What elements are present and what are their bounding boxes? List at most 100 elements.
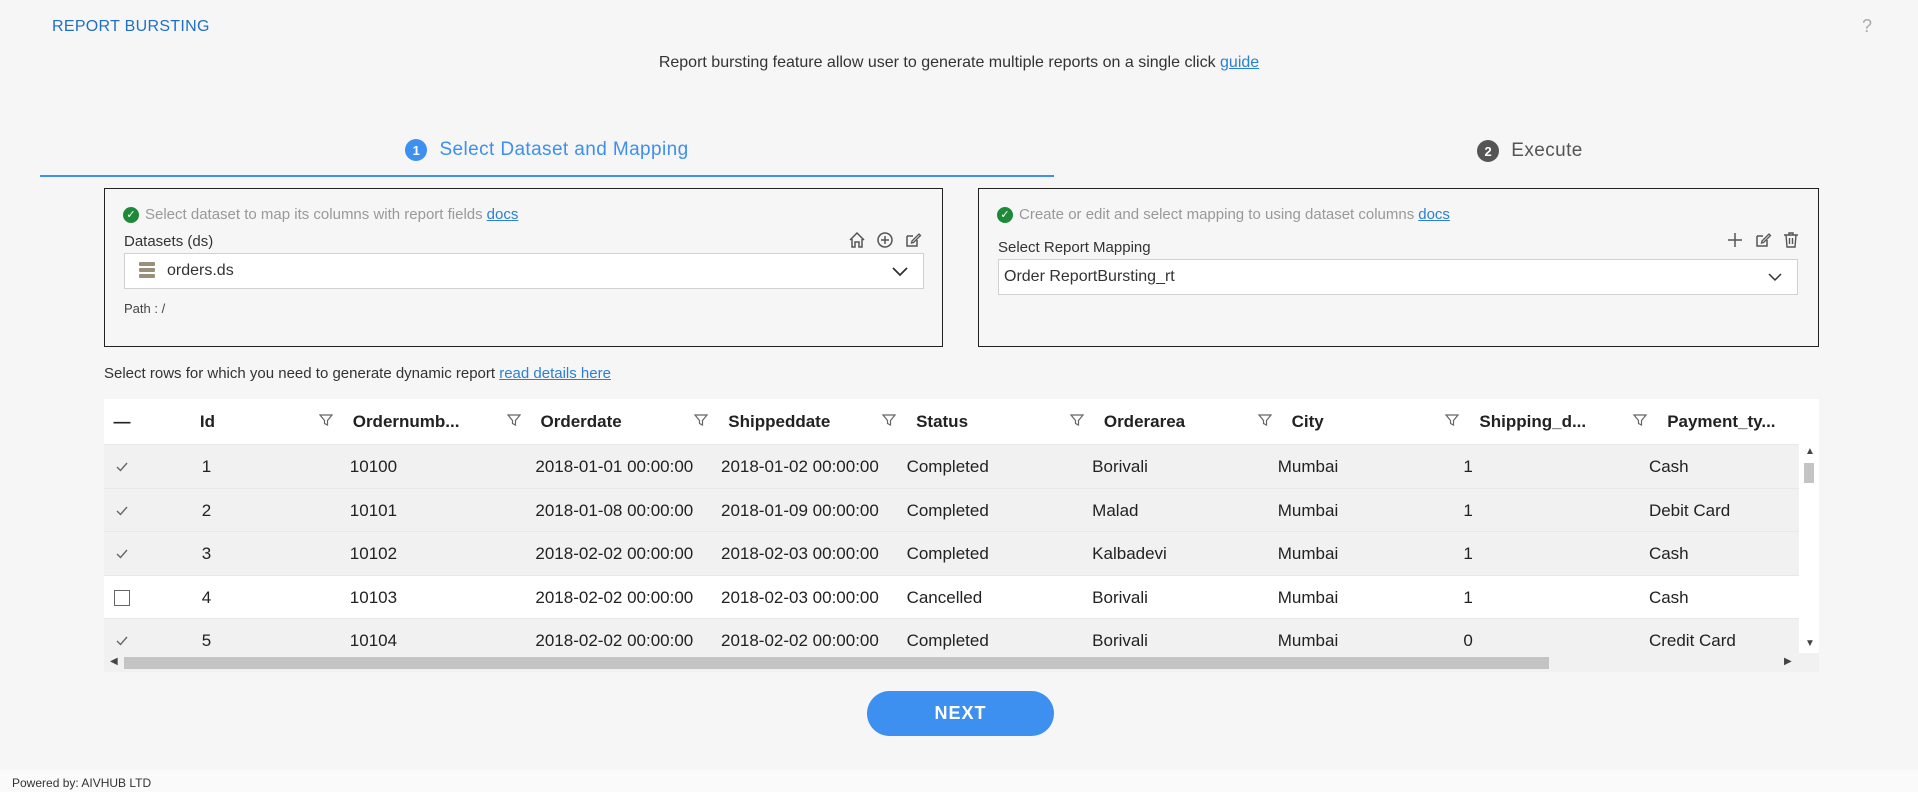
- grid-header: — Id Ordernumb... Orderdate Shippeddate Statu…: [104, 399, 1819, 444]
- mapping-heading-text: Create or edit and select mapping to usi…: [1019, 206, 1415, 223]
- chevron-down-icon: [1767, 269, 1783, 290]
- cell-orderdate: 2018-01-08 00:00:00: [535, 500, 694, 520]
- cell-id: 1: [201, 457, 212, 476]
- check-icon: [116, 636, 128, 646]
- select-all-checkbox[interactable]: —: [104, 399, 140, 444]
- database-icon: [139, 262, 155, 280]
- column-header-status[interactable]: Status: [916, 399, 1104, 444]
- cell-shipping-days: 1: [1463, 500, 1473, 520]
- table-row[interactable]: 4 10103 2018-02-02 00:00:00 2018-02-03 00:0…: [104, 574, 1799, 620]
- cell-payment-type: Cash: [1648, 544, 1689, 563]
- guide-link[interactable]: guide: [1220, 54, 1259, 71]
- dataset-tools: [848, 231, 922, 249]
- intro-description: Report bursting feature allow user to ge…: [658, 54, 1216, 71]
- table-row[interactable]: 3 10102 2018-02-02 00:00:00 2018-02-03 00:0…: [104, 531, 1799, 575]
- report-bursting-page: REPORT BURSTING ? Report bursting featur…: [0, 0, 1918, 792]
- check-circle-icon: ✓: [123, 206, 139, 223]
- dataset-docs-link[interactable]: docs: [487, 206, 519, 223]
- row-checkbox[interactable]: [104, 576, 140, 620]
- scroll-up-icon[interactable]: ▲: [1805, 446, 1815, 457]
- dataset-panel-heading: ✓ Select dataset to map its columns with…: [123, 206, 518, 223]
- row-spacer: [140, 445, 202, 488]
- row-spacer: [140, 576, 202, 619]
- cell-orderarea: Kalbadevi: [1092, 544, 1167, 563]
- column-header-shippeddate[interactable]: Shippeddate: [728, 399, 916, 444]
- cell-shippeddate: 2018-02-03 00:00:00: [720, 587, 879, 607]
- add-circle-icon[interactable]: [876, 231, 894, 249]
- scroll-right-icon[interactable]: ▶: [1784, 656, 1792, 667]
- dataset-select[interactable]: orders.ds: [124, 253, 924, 289]
- vertical-scrollbar[interactable]: ▲ ▼: [1799, 444, 1819, 653]
- check-icon: [116, 462, 128, 472]
- step-execute[interactable]: 2 Execute: [1054, 125, 1918, 177]
- column-header-payment-type[interactable]: Payment_ty...: [1667, 399, 1819, 444]
- filter-icon[interactable]: [881, 413, 897, 430]
- horizontal-scrollbar[interactable]: ◀ ▶: [104, 653, 1819, 672]
- help-icon[interactable]: ?: [1862, 16, 1872, 37]
- scroll-thumb[interactable]: [124, 657, 1549, 669]
- home-icon[interactable]: [848, 231, 866, 249]
- row-checkbox[interactable]: [104, 445, 140, 489]
- cell-city: Mumbai: [1277, 500, 1339, 520]
- rows-hint-text: Select rows for which you need to genera…: [104, 365, 496, 382]
- table-row[interactable]: 1 10100 2018-01-01 00:00:00 2018-01-02 00:0…: [104, 444, 1799, 488]
- edit-icon[interactable]: [904, 231, 922, 249]
- row-checkbox[interactable]: [104, 489, 140, 533]
- mapping-selected-value: Order ReportBursting_rt: [1004, 268, 1175, 285]
- mapping-panel: ✓ Create or edit and select mapping to u…: [978, 188, 1819, 347]
- scroll-left-icon[interactable]: ◀: [110, 656, 118, 667]
- footer: Powered by: AIVHUB LTD: [0, 770, 1918, 792]
- table-row[interactable]: 2 10101 2018-01-08 00:00:00 2018-01-09 00:0…: [104, 487, 1799, 533]
- step-label: Execute: [1511, 140, 1583, 161]
- filter-icon[interactable]: [506, 413, 521, 430]
- column-header-orderarea[interactable]: Orderarea: [1104, 399, 1292, 444]
- cell-shippeddate: 2018-01-02 00:00:00: [720, 457, 879, 476]
- step-number: 1: [405, 139, 428, 161]
- cell-orderarea: Malad: [1092, 500, 1139, 520]
- column-header-label: Orderarea: [1103, 411, 1186, 431]
- read-details-link[interactable]: read details here: [499, 365, 611, 382]
- filter-icon[interactable]: [1445, 413, 1460, 430]
- column-header-id[interactable]: Id: [200, 399, 353, 444]
- edit-icon[interactable]: [1754, 231, 1772, 249]
- filter-icon[interactable]: [694, 413, 709, 430]
- dataset-panel: ✓ Select dataset to map its columns with…: [104, 188, 943, 347]
- row-checkbox[interactable]: [104, 532, 140, 576]
- cell-city: Mumbai: [1277, 587, 1339, 607]
- column-header-label: Status: [916, 411, 969, 431]
- cell-payment-type: Cash: [1648, 587, 1689, 607]
- step-select-dataset[interactable]: 1 Select Dataset and Mapping: [40, 125, 1054, 177]
- scroll-thumb[interactable]: [1804, 463, 1814, 483]
- plus-icon[interactable]: [1726, 231, 1744, 249]
- row-spacer: [140, 489, 202, 532]
- cell-id: 4: [201, 587, 212, 607]
- mapping-docs-link[interactable]: docs: [1418, 206, 1450, 223]
- filter-icon[interactable]: [1069, 413, 1085, 430]
- mapping-panel-heading: ✓ Create or edit and select mapping to u…: [997, 206, 1450, 223]
- column-header-city[interactable]: City: [1292, 399, 1480, 444]
- dataset-selected-value: orders.ds: [167, 262, 234, 279]
- filter-icon[interactable]: [318, 413, 333, 430]
- trash-icon[interactable]: [1782, 231, 1800, 249]
- column-header-label: Ordernumb...: [352, 411, 460, 431]
- cell-orderdate: 2018-02-02 00:00:00: [535, 587, 694, 607]
- cell-orderdate: 2018-01-01 00:00:00: [535, 457, 694, 476]
- cell-status: Cancelled: [906, 587, 983, 607]
- filter-icon[interactable]: [1632, 413, 1648, 430]
- next-button[interactable]: NEXT: [867, 691, 1054, 736]
- dataset-heading-text: Select dataset to map its columns with r…: [145, 206, 483, 223]
- mapping-select[interactable]: Order ReportBursting_rt: [998, 259, 1798, 295]
- check-icon: [116, 549, 128, 559]
- filter-icon[interactable]: [1257, 413, 1272, 430]
- cell-id: 3: [201, 544, 212, 563]
- column-header-label: Orderdate: [540, 411, 622, 431]
- scroll-down-icon[interactable]: ▼: [1805, 638, 1815, 649]
- column-header-ordernumber[interactable]: Ordernumb...: [353, 399, 541, 444]
- check-icon: [116, 506, 128, 516]
- dataset-label: Datasets (ds): [124, 233, 214, 250]
- column-header-shipping-days[interactable]: Shipping_d...: [1479, 399, 1667, 444]
- checkbox-empty: [113, 589, 130, 606]
- rows-hint: Select rows for which you need to genera…: [104, 365, 611, 382]
- cell-shippeddate: 2018-02-03 00:00:00: [720, 544, 879, 563]
- column-header-orderdate[interactable]: Orderdate: [541, 399, 729, 444]
